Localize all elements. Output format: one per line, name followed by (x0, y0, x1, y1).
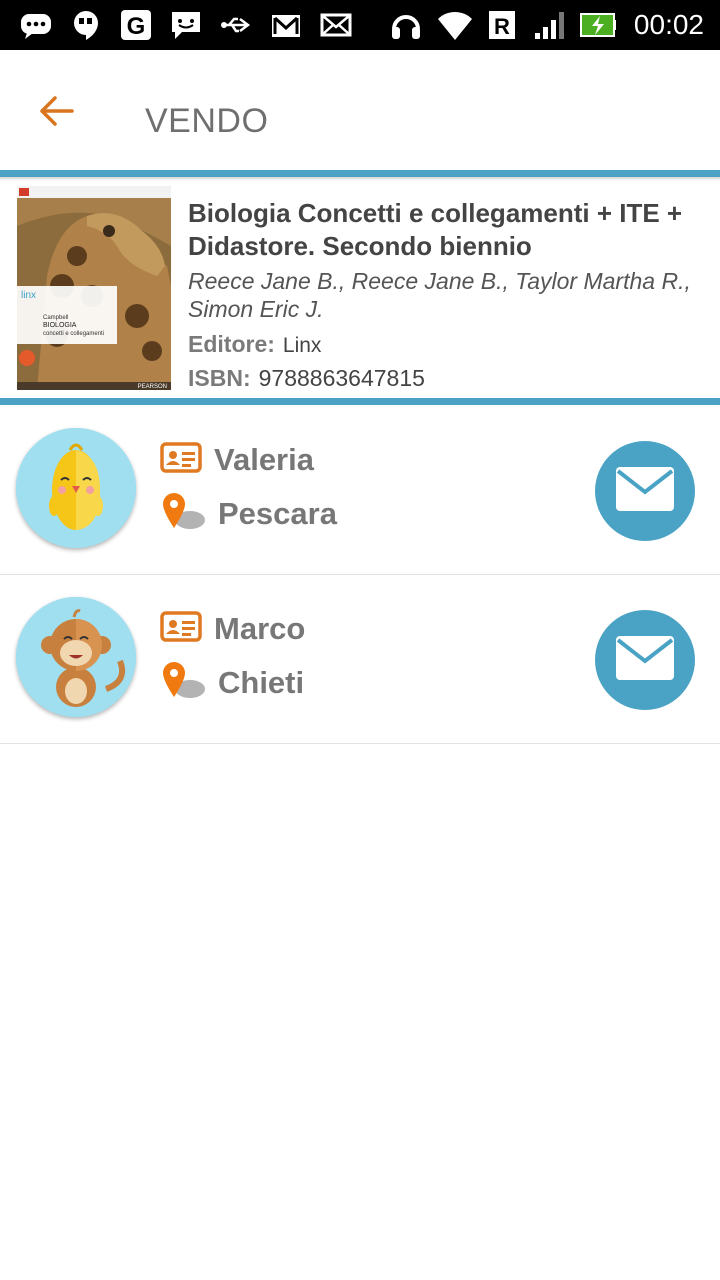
app-bar: VENDO (0, 50, 720, 170)
seller-name: Valeria (214, 441, 314, 477)
seller-city-row: Pescara (160, 491, 337, 536)
envelope-icon (614, 634, 676, 687)
book-info: Biologia Concetti e collegamenti + ITE +… (188, 197, 708, 394)
book-cover-image: linx Campbell BIOLOGIA concetti e colleg… (17, 186, 171, 390)
seller-city: Pescara (218, 495, 337, 531)
location-pin-icon (160, 491, 206, 536)
google-icon: G (118, 9, 154, 41)
svg-text:PEARSON: PEARSON (138, 384, 167, 390)
book-authors: Reece Jane B., Reece Jane B., Taylor Mar… (188, 268, 691, 322)
book-card: linx Campbell BIOLOGIA concetti e colleg… (0, 177, 720, 398)
seller-city: Chieti (218, 664, 305, 700)
battery-charging-icon (579, 9, 616, 41)
svg-text:R: R (494, 14, 510, 39)
contact-seller-button[interactable] (595, 610, 695, 710)
seller-name-row: Marco (160, 609, 305, 648)
roaming-icon: R (484, 9, 520, 41)
headset-icon (388, 9, 424, 41)
status-bar: G R 00:02 (0, 0, 720, 50)
svg-text:concetti e collegamenti: concetti e collegamenti (43, 331, 104, 337)
svg-text:linx: linx (21, 290, 36, 301)
divider (0, 170, 720, 177)
svg-text:G: G (127, 13, 146, 40)
seller-name-row: Valeria (160, 440, 314, 479)
hangouts-icon (68, 9, 104, 41)
publisher-value: Linx (282, 334, 322, 357)
chick-avatar-icon (16, 428, 136, 548)
wifi-icon (436, 9, 472, 41)
clock: 00:02 (633, 9, 704, 40)
gmail-icon (268, 9, 304, 41)
monkey-avatar-icon (16, 597, 136, 717)
id-card-icon (160, 609, 202, 648)
seller-city-row: Chieti (160, 660, 304, 705)
seller-item[interactable]: Marco Chieti (0, 575, 720, 744)
publisher-row: Editore: Linx (188, 329, 708, 361)
envelope-icon (614, 465, 676, 518)
id-card-icon (160, 440, 202, 479)
back-button[interactable] (28, 88, 84, 138)
chat-bubble-icon (18, 9, 54, 41)
page-title: VENDO (145, 102, 269, 140)
email-icon (318, 9, 354, 41)
contact-seller-button[interactable] (595, 441, 695, 541)
svg-text:Campbell: Campbell (43, 315, 68, 321)
publisher-label: Editore: (188, 331, 275, 357)
isbn-label: ISBN: (188, 365, 251, 391)
isbn-value: 9788863647815 (258, 365, 425, 391)
isbn-row: ISBN: 9788863647815 (188, 363, 708, 394)
seller-name: Marco (214, 610, 306, 646)
seller-item[interactable]: Valeria Pescara (0, 406, 720, 575)
location-pin-icon (160, 660, 206, 705)
book-title: Biologia Concetti e collegamenti + ITE +… (188, 198, 683, 261)
arrow-left-icon (38, 95, 74, 132)
signal-icon (532, 9, 568, 41)
svg-text:BIOLOGIA: BIOLOGIA (43, 322, 77, 329)
divider (0, 398, 720, 405)
usb-icon (218, 9, 254, 41)
sms-icon (168, 9, 204, 41)
